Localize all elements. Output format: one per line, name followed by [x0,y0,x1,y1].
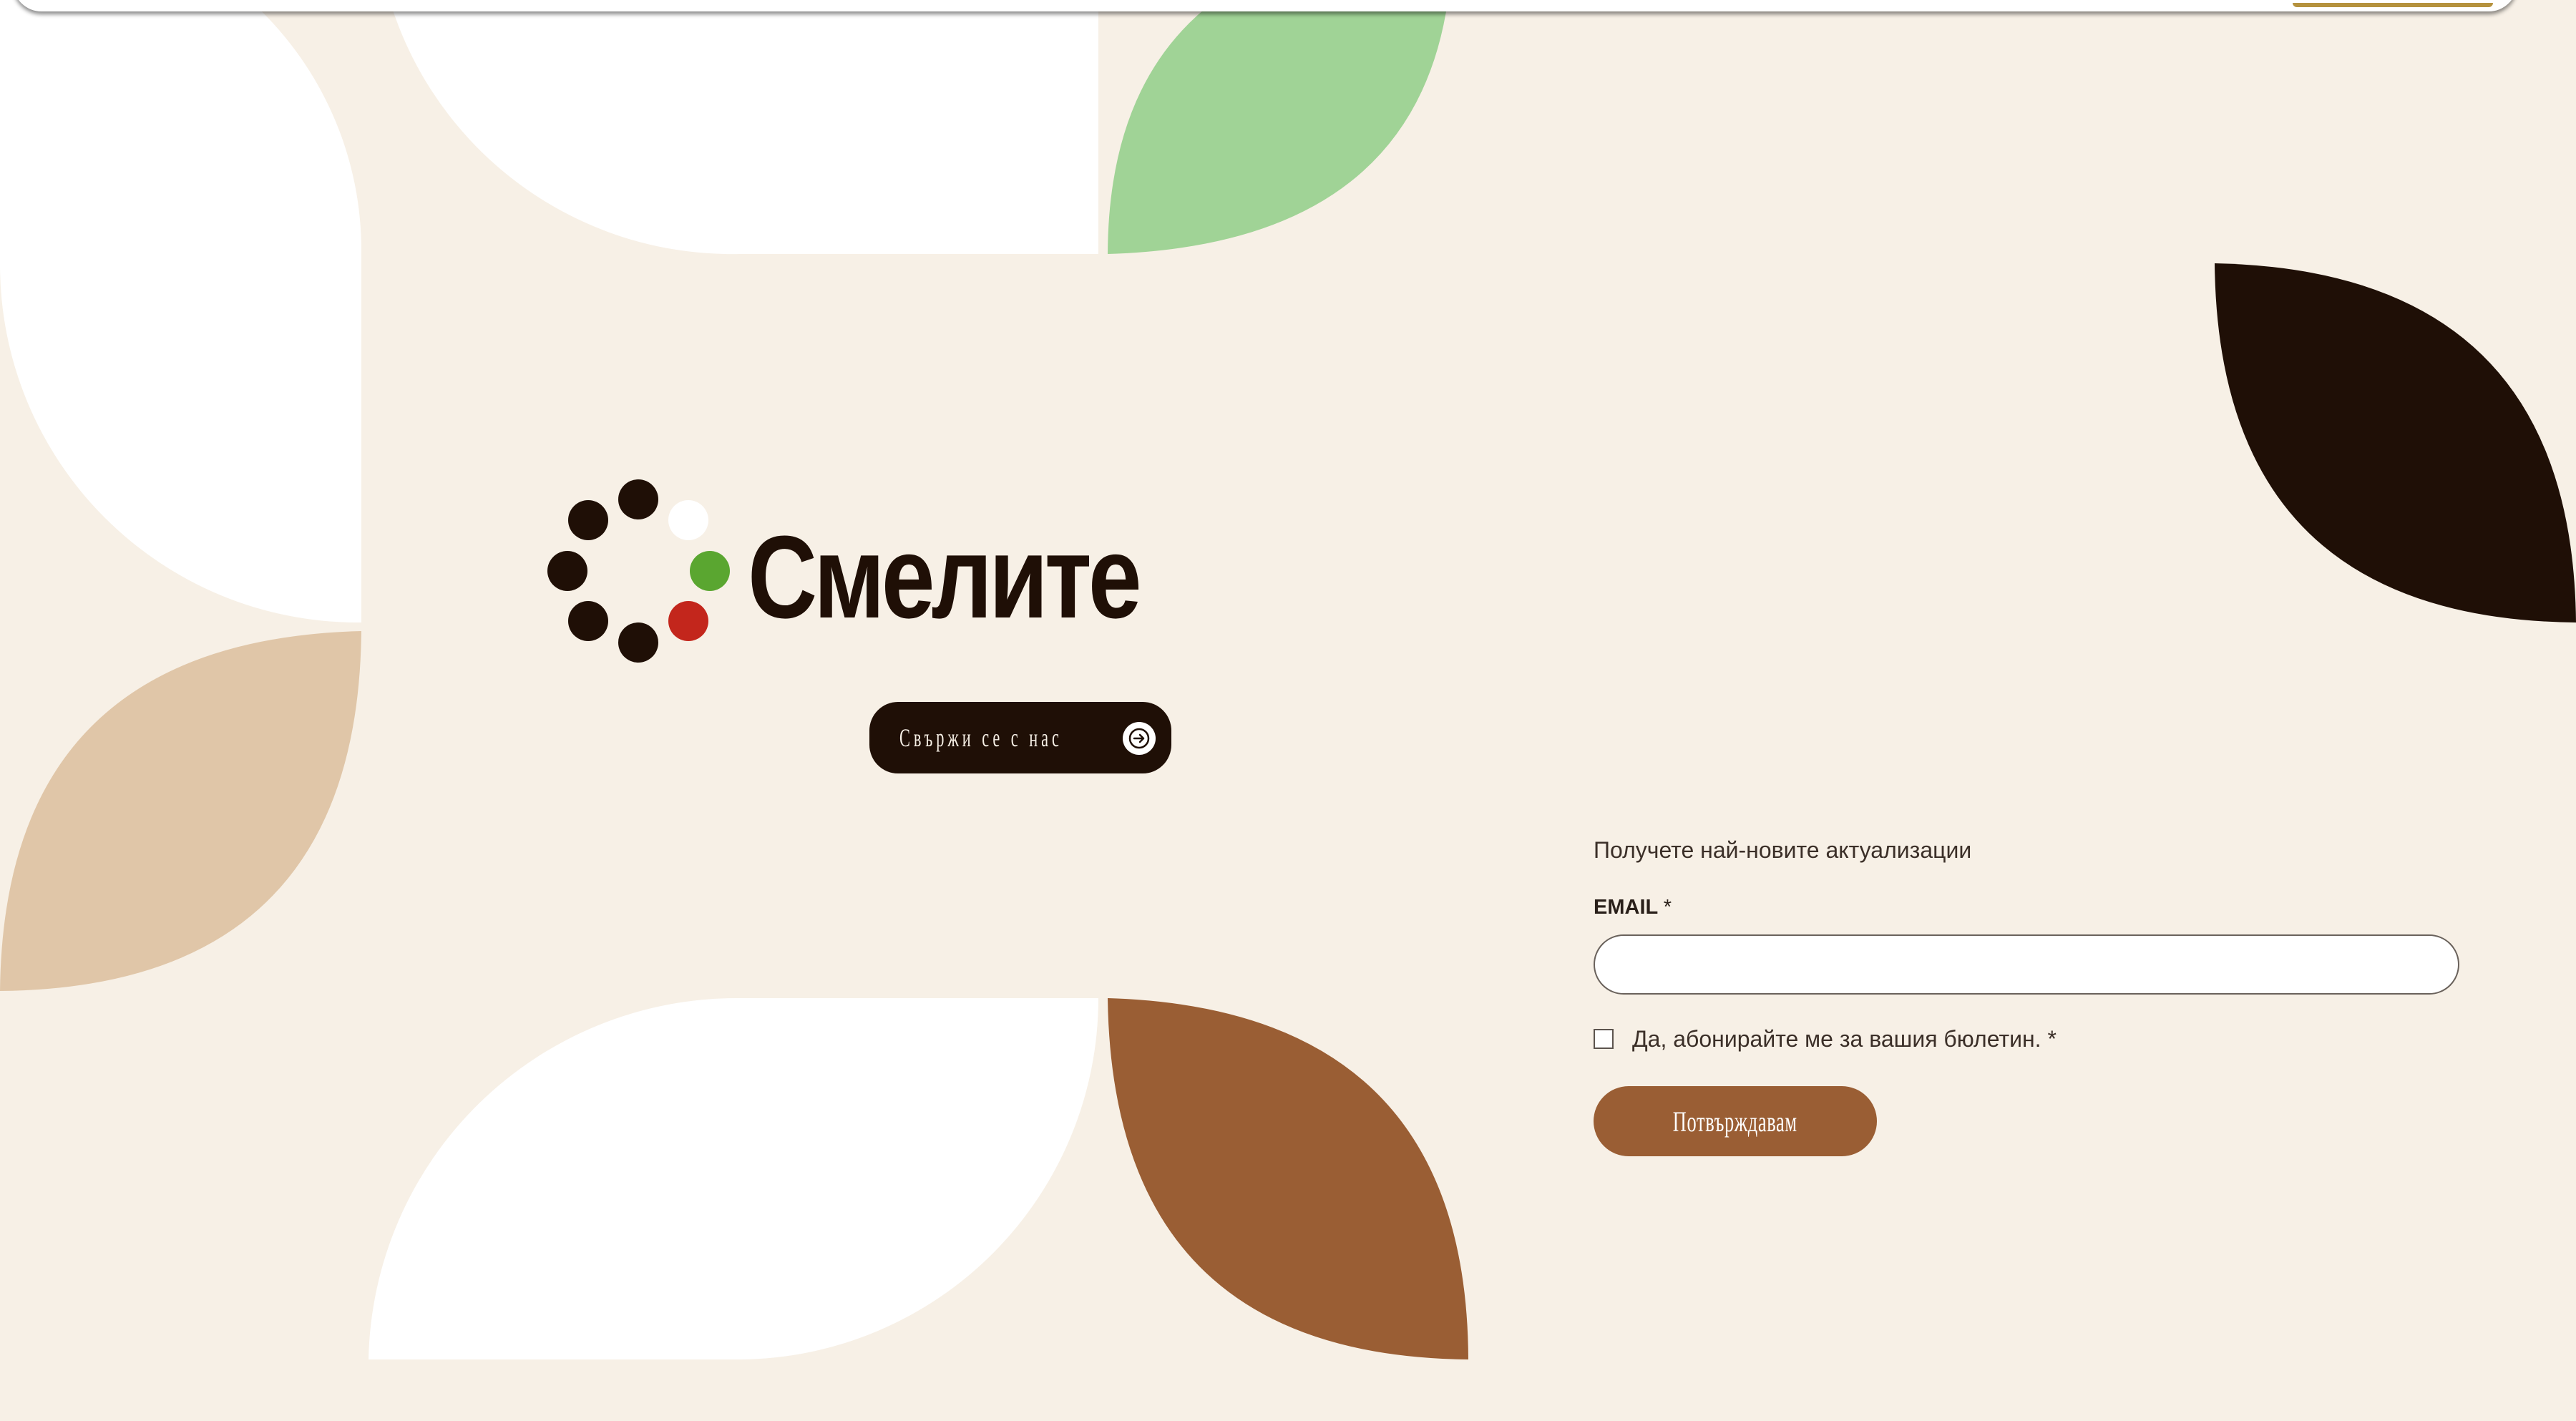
logo-dot [568,500,608,540]
newsletter-heading: Получете най-новите актуализации [1594,837,1972,863]
confirm-subscribe-button[interactable]: Потвърждавам [1594,1086,1877,1156]
logo-dot-green [690,551,730,591]
green-leaf-shape [1108,0,1448,254]
consent-text: Да, абонирайте ме за вашия бюлетин. [1632,1025,2041,1052]
white-bottom-half-shape [369,998,1098,1359]
white-quarter-shape [0,0,361,622]
contact-us-label: Свържи се с нас [899,723,1063,752]
consent-required-mark: * [2047,1025,2057,1052]
email-label: EMAIL * [1594,896,1672,919]
header-accent-bar [2293,3,2493,7]
logo-dot-white [668,500,708,540]
tan-leaf-shape [0,631,361,991]
logo-dot [568,601,608,641]
email-label-text: EMAIL [1594,896,1658,919]
brand-logo[interactable]: Смелите [544,476,1188,669]
brown-leaf-shape [1108,998,1468,1359]
logo-dot [547,551,587,591]
logo-dot-red [668,601,708,641]
top-header-bar [13,0,2517,11]
logo-dot [618,479,658,519]
confirm-subscribe-label: Потвърждавам [1673,1105,1797,1138]
white-half-circle-shape [389,0,1098,255]
arrow-right-icon [1123,722,1156,755]
logo-dots-icon [547,479,730,663]
contact-us-button[interactable]: Свържи се с нас [869,702,1171,773]
newsletter-consent-checkbox[interactable] [1594,1029,1614,1049]
newsletter-consent: Да, абонирайте ме за вашия бюлетин. * [1594,1025,2057,1053]
newsletter-consent-label: Да, абонирайте ме за вашия бюлетин. * [1632,1026,2057,1053]
decorative-background [0,0,2576,1359]
email-field[interactable] [1594,934,2459,995]
logo-dot [618,622,658,663]
dark-leaf-shape [2215,263,2576,622]
brand-name: Смелите [748,512,1142,643]
required-mark: * [1663,896,1672,919]
